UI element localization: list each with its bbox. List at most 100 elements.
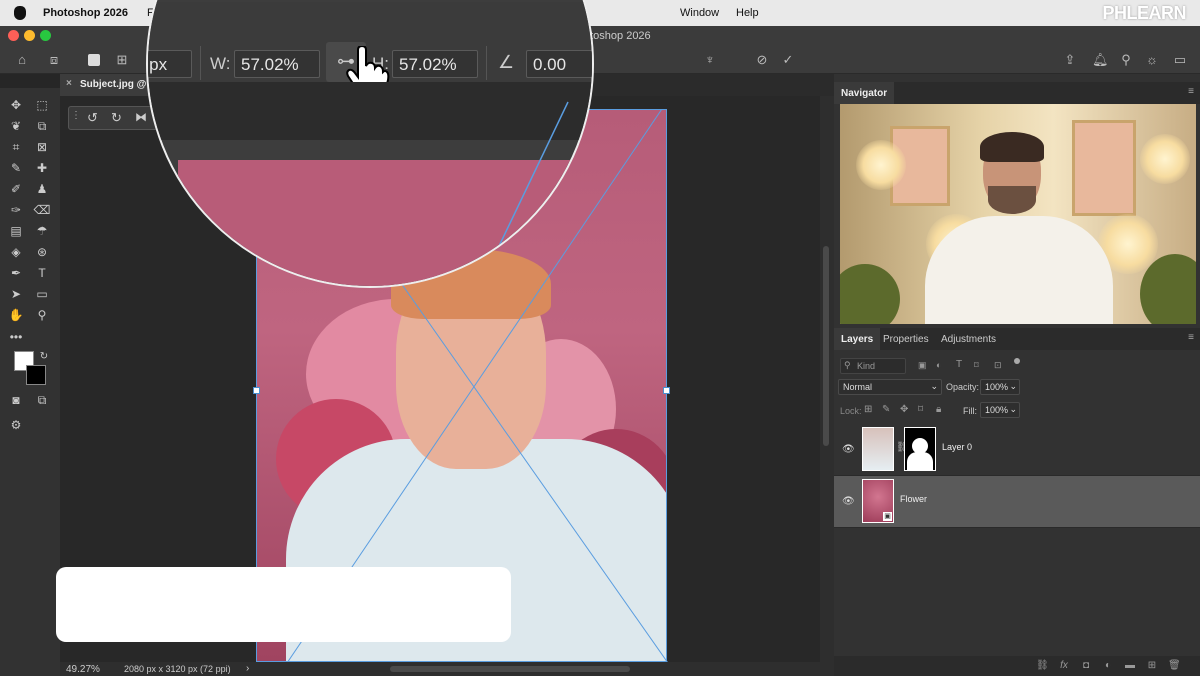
zoom-tool-icon[interactable]: ⚲: [32, 306, 52, 324]
minimize-window-icon[interactable]: [24, 30, 35, 41]
screen-mode-icon[interactable]: ⧉: [32, 391, 52, 409]
fill-input[interactable]: 100% ⌄: [980, 402, 1020, 418]
link-layers-icon[interactable]: ⛓: [1036, 660, 1049, 672]
lock-image-icon[interactable]: ✎: [882, 404, 890, 415]
move-tool-icon[interactable]: ✥: [6, 96, 26, 114]
layer-name[interactable]: Layer 0: [942, 442, 972, 452]
blend-mode-select[interactable]: Normal ⌄: [838, 379, 942, 395]
layer-row-layer-0[interactable]: 👁︎ ⛓ Layer 0: [834, 424, 1200, 476]
zoom-window-icon[interactable]: [40, 30, 51, 41]
eyedropper-icon[interactable]: ✎: [6, 159, 26, 177]
filter-kind-select[interactable]: ⚲ Kind: [840, 358, 906, 374]
layer-name[interactable]: Flower: [900, 494, 927, 504]
commit-transform-icon[interactable]: ✓: [780, 52, 796, 68]
vertical-scrollbar[interactable]: [820, 96, 834, 662]
smudge-tool-icon[interactable]: ☂: [32, 222, 52, 240]
lock-all-icon[interactable]: 🔒︎: [936, 404, 941, 415]
marquee-tool-icon[interactable]: ⬚: [32, 96, 52, 114]
filter-smart-object-icon[interactable]: ⊡: [994, 360, 1002, 371]
background-color-swatch[interactable]: [26, 365, 46, 385]
lasso-tool-icon[interactable]: ❦: [6, 117, 26, 135]
gradient-tool-icon[interactable]: ▤: [6, 222, 26, 240]
panel-menu-icon[interactable]: ≡: [1188, 332, 1194, 343]
lock-transparent-icon[interactable]: ⊞: [864, 404, 872, 415]
lock-position-icon[interactable]: ✥: [900, 404, 908, 415]
edit-toolbar-icon[interactable]: ⚙: [6, 416, 26, 434]
rectangle-tool-icon[interactable]: ▭: [32, 285, 52, 303]
home-icon[interactable]: ⌂: [14, 52, 30, 68]
dodge-tool-icon[interactable]: ◈: [6, 243, 26, 261]
search-icon[interactable]: ⚲: [1118, 52, 1134, 68]
transform-handle-left[interactable]: [253, 387, 260, 394]
object-select-icon[interactable]: ⧉: [32, 117, 52, 135]
reference-point-checkbox[interactable]: [88, 54, 100, 66]
adjustment-layer-icon[interactable]: ◐: [1102, 660, 1114, 672]
add-mask-icon[interactable]: ◘: [1080, 660, 1092, 672]
filter-toggle-icon[interactable]: [1014, 358, 1020, 364]
transform-icon[interactable]: ⧈: [46, 52, 62, 68]
warp-icon[interactable]: ♆: [702, 52, 718, 68]
filter-pixel-icon[interactable]: ▣: [918, 360, 927, 371]
magnifier-callout: 0 px W: 57.02% ⊶ H: 57.02% ∠ 0.00: [146, 0, 594, 288]
stamp-tool-icon[interactable]: ♟: [32, 180, 52, 198]
share-icon[interactable]: ⇪: [1062, 52, 1078, 68]
status-menu-arrow[interactable]: ›: [246, 663, 249, 674]
delete-layer-icon[interactable]: 🗑︎: [1168, 660, 1181, 672]
horizontal-scrollbar[interactable]: [390, 666, 630, 672]
document-tab[interactable]: × Subject.jpg @ 4: [60, 74, 155, 96]
visibility-eye-icon[interactable]: 👁︎: [842, 496, 855, 507]
fill-label: Fill:: [963, 406, 977, 416]
frame-tool-icon[interactable]: ⊠: [32, 138, 52, 156]
drag-handle-icon[interactable]: ⋮: [71, 110, 81, 121]
more-tools-icon[interactable]: •••: [6, 328, 26, 346]
chevron-down-icon: ⌄: [1009, 381, 1017, 391]
rotate-right-icon[interactable]: ↻: [111, 110, 122, 126]
notifications-icon[interactable]: 🔔︎: [1092, 52, 1109, 68]
opacity-input[interactable]: 100% ⌄: [980, 379, 1020, 395]
quick-mask-icon[interactable]: ◙: [6, 391, 26, 409]
tab-layers[interactable]: Layers: [834, 328, 881, 350]
sponge-tool-icon[interactable]: ⊛: [32, 243, 52, 261]
fx-icon[interactable]: fx: [1058, 660, 1070, 672]
crop-tool-icon[interactable]: ⌗: [6, 138, 26, 156]
hand-tool-icon[interactable]: ✋: [6, 306, 26, 324]
apple-icon[interactable]: [14, 6, 26, 20]
navigator-preview[interactable]: [840, 104, 1196, 324]
cancel-transform-icon[interactable]: ⊘: [754, 52, 770, 68]
workspace-icon[interactable]: ▭: [1172, 52, 1188, 68]
rotate-left-icon[interactable]: ↺: [87, 110, 98, 126]
filter-type-icon[interactable]: T: [956, 359, 962, 370]
swap-colors-icon[interactable]: ↻: [34, 348, 54, 366]
new-layer-icon[interactable]: ⊞: [1146, 660, 1158, 672]
app-menu[interactable]: Photoshop 2026: [43, 7, 128, 19]
close-window-icon[interactable]: [8, 30, 19, 41]
tab-properties[interactable]: Properties: [876, 328, 936, 350]
visibility-eye-icon[interactable]: 👁︎: [842, 444, 855, 455]
brush-tool-icon[interactable]: ✐: [6, 180, 26, 198]
history-brush-icon[interactable]: ✑: [6, 201, 26, 219]
panel-menu-icon[interactable]: ≡: [1188, 86, 1194, 97]
type-tool-icon[interactable]: T: [32, 264, 52, 282]
zoom-level[interactable]: 49.27%: [66, 664, 100, 675]
filter-adjustment-icon[interactable]: ◐: [936, 360, 941, 370]
layer-mask-thumbnail[interactable]: [904, 427, 936, 471]
opacity-label: Opacity:: [946, 382, 980, 392]
layer-row-flower[interactable]: 👁︎ ▣ Flower: [834, 476, 1200, 528]
new-group-icon[interactable]: ▬: [1124, 660, 1136, 672]
menu-help[interactable]: Help: [736, 7, 759, 19]
flip-horizontal-icon[interactable]: ⧓: [135, 110, 147, 124]
tab-navigator[interactable]: Navigator: [834, 82, 895, 104]
filter-shape-icon[interactable]: ⌑: [974, 360, 979, 371]
discover-icon[interactable]: ☼: [1144, 52, 1160, 68]
transform-handle-right[interactable]: [663, 387, 670, 394]
lock-artboard-icon[interactable]: ⌑: [918, 404, 923, 415]
path-select-icon[interactable]: ➤: [6, 285, 26, 303]
close-tab-icon[interactable]: ×: [66, 78, 72, 89]
eraser-tool-icon[interactable]: ⌫: [32, 201, 52, 219]
menu-window[interactable]: Window: [680, 7, 719, 19]
scroll-thumb[interactable]: [823, 246, 829, 446]
pen-tool-icon[interactable]: ✒: [6, 264, 26, 282]
tab-adjustments[interactable]: Adjustments: [934, 328, 1003, 350]
healing-brush-icon[interactable]: ✚: [32, 159, 52, 177]
reference-point-icon[interactable]: ⊞: [114, 52, 130, 68]
